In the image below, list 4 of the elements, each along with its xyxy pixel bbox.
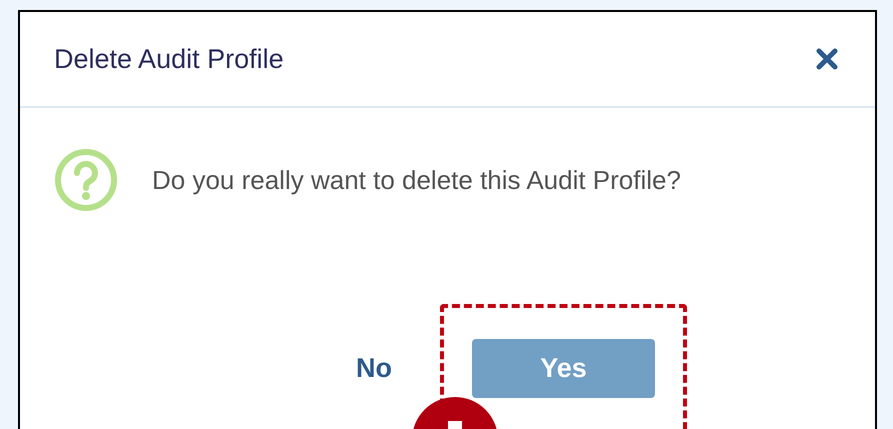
- question-icon: [54, 148, 118, 212]
- no-button[interactable]: No: [348, 339, 400, 398]
- dialog-title: Delete Audit Profile: [54, 42, 284, 76]
- confirmation-message: Do you really want to delete this Audit Profile?: [152, 164, 681, 196]
